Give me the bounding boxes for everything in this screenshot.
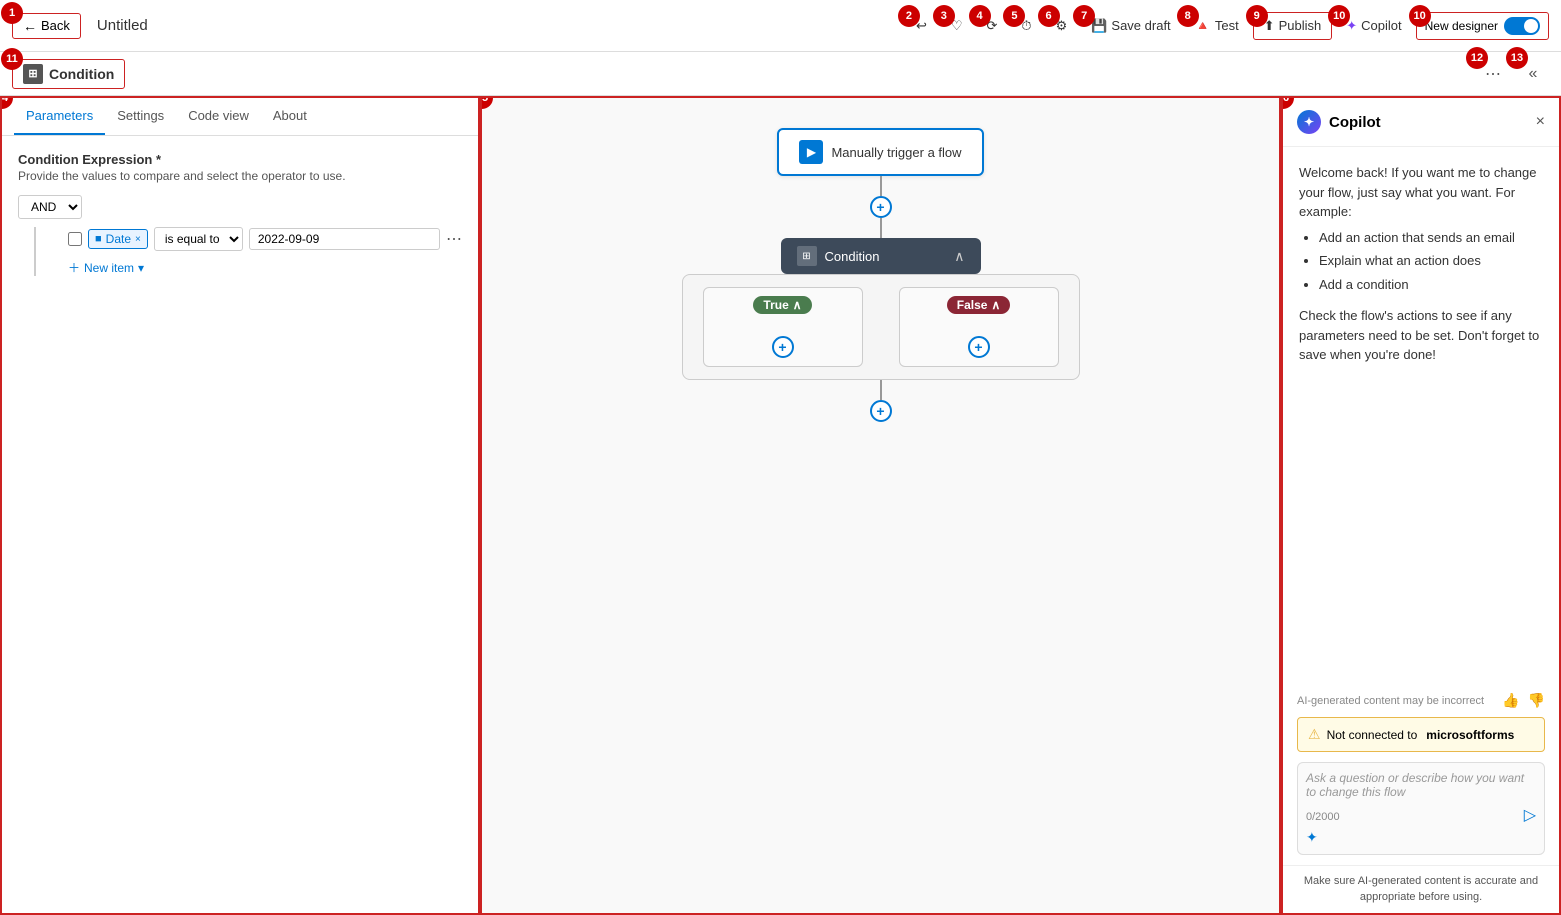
add-step-2-button[interactable]: + xyxy=(870,400,892,422)
branch-spacer xyxy=(871,287,891,367)
badge-5: 5 xyxy=(1003,5,1025,27)
badge-9: 9 xyxy=(1246,5,1268,27)
toggle-switch[interactable] xyxy=(1504,17,1540,35)
trigger-box[interactable]: ▶ Manually trigger a flow xyxy=(777,128,983,176)
and-select-area: AND xyxy=(18,195,462,219)
condition-checkbox[interactable] xyxy=(68,232,82,246)
badge-8: 8 xyxy=(1177,5,1199,27)
trigger-node: ▶ Manually trigger a flow xyxy=(777,128,983,176)
not-connected-notice: ⚠ Not connected to microsoftforms xyxy=(1297,717,1545,752)
flow-canvas-panel: 15 ▶ Manually trigger a flow + ⊞ xyxy=(480,96,1281,915)
date-tag: ■ Date × xyxy=(88,229,148,249)
copilot-logo-icon: ✦ xyxy=(1297,110,1321,134)
copilot-body: Welcome back! If you want me to change y… xyxy=(1283,147,1559,692)
section-label: Condition Expression * xyxy=(18,152,462,167)
remove-tag-button[interactable]: × xyxy=(135,234,141,245)
condition-label: ⊞ Condition xyxy=(12,59,125,89)
badge-6: 6 xyxy=(1038,5,1060,27)
copilot-input-placeholder: Ask a question or describe how you want … xyxy=(1306,771,1536,799)
new-designer-toggle[interactable]: 10 New designer xyxy=(1416,12,1549,40)
branch-wrapper: True ∧ + False ∧ xyxy=(682,274,1080,380)
copilot-message: Welcome back! If you want me to change y… xyxy=(1299,163,1543,294)
badge-4: 4 xyxy=(969,5,991,27)
save-draft-button[interactable]: 💾 Save draft xyxy=(1081,13,1180,39)
flow-title: Untitled xyxy=(97,17,898,34)
value-input[interactable] xyxy=(249,228,440,250)
tab-parameters[interactable]: Parameters xyxy=(14,98,105,135)
tab-settings[interactable]: Settings xyxy=(105,98,176,135)
copilot-panel: 16 ✦ Copilot × Welcome back! If you want… xyxy=(1281,96,1561,915)
section-sublabel: Provide the values to compare and select… xyxy=(18,169,462,183)
copilot-header: ✦ Copilot × xyxy=(1283,98,1559,147)
badge-13: 13 xyxy=(1506,47,1528,69)
char-count: 0/2000 xyxy=(1306,811,1340,823)
input-footer: 0/2000 ▷ xyxy=(1306,805,1536,825)
badge-15: 15 xyxy=(480,96,493,109)
false-chevron-icon: ∧ xyxy=(991,298,1000,312)
connector-v3 xyxy=(880,380,882,400)
condition-row: ■ Date × is equal to ⋯ xyxy=(68,227,462,251)
connector-v2 xyxy=(880,218,882,238)
false-add-button[interactable]: + xyxy=(968,336,990,358)
copilot-footer: AI-generated content may be incorrect 👍 … xyxy=(1283,692,1559,865)
connector-v1 xyxy=(880,176,882,196)
copilot-close-button[interactable]: × xyxy=(1536,113,1545,131)
badge-7: 7 xyxy=(1073,5,1095,27)
tab-about[interactable]: About xyxy=(261,98,319,135)
badge-12: 12 xyxy=(1466,47,1488,69)
true-add-button[interactable]: + xyxy=(772,336,794,358)
tab-code-view[interactable]: Code view xyxy=(176,98,261,135)
back-arrow-icon: ← xyxy=(23,18,37,34)
flow-canvas: ▶ Manually trigger a flow + ⊞ Condition … xyxy=(631,128,1131,422)
and-operator-dropdown[interactable]: AND xyxy=(18,195,82,219)
true-branch: True ∧ + xyxy=(695,287,871,367)
badge-2: 2 xyxy=(898,5,920,27)
badge-3: 3 xyxy=(933,5,955,27)
true-label: True ∧ xyxy=(753,296,811,314)
new-item-button[interactable]: ＋ New item ▾ xyxy=(68,259,144,276)
copilot-input-area: Ask a question or describe how you want … xyxy=(1297,762,1545,855)
tab-bar: Parameters Settings Code view About xyxy=(2,98,478,136)
true-chevron-icon: ∧ xyxy=(793,298,802,312)
condition-node-icon: ⊞ xyxy=(797,246,817,266)
badge-1: 1 xyxy=(1,2,23,24)
operator-dropdown[interactable]: is equal to xyxy=(154,227,243,251)
badge-11: 11 xyxy=(1,48,23,70)
bullet-3: Add a condition xyxy=(1319,275,1543,295)
add-step-1-button[interactable]: + xyxy=(870,196,892,218)
panel-content: Condition Expression * Provide the value… xyxy=(2,136,478,913)
badge-10b: 10 xyxy=(1409,5,1431,27)
warning-icon: ⚠ xyxy=(1308,726,1321,743)
copilot-message-2: Check the flow's actions to see if any p… xyxy=(1299,306,1543,365)
false-label: False ∧ xyxy=(947,296,1010,314)
spark-icon: ✦ xyxy=(1306,829,1318,846)
badge-10: 10 xyxy=(1328,5,1350,27)
condition-node-box[interactable]: ⊞ Condition ∧ xyxy=(781,238,981,274)
condition-collapse-button[interactable]: ∧ xyxy=(954,248,964,265)
thumbs-up-button[interactable]: 👍 xyxy=(1502,692,1519,709)
false-branch: False ∧ + xyxy=(891,287,1067,367)
bullet-1: Add an action that sends an email xyxy=(1319,228,1543,248)
copilot-bullets: Add an action that sends an email Explai… xyxy=(1319,228,1543,295)
true-branch-box: True ∧ + xyxy=(703,287,863,367)
ai-disclaimer: AI-generated content may be incorrect 👍 … xyxy=(1297,692,1545,709)
trigger-icon: ▶ xyxy=(799,140,823,164)
send-button[interactable]: ▷ xyxy=(1524,805,1536,825)
false-branch-box: False ∧ + xyxy=(899,287,1059,367)
condition-icon: ⊞ xyxy=(23,64,43,84)
copilot-title: Copilot xyxy=(1329,114,1528,131)
plus-icon: ＋ xyxy=(68,259,80,276)
bullet-2: Explain what an action does xyxy=(1319,251,1543,271)
ai-action-buttons: 👍 👎 xyxy=(1502,692,1545,709)
ai-gen-note: Make sure AI-generated content is accura… xyxy=(1283,865,1559,913)
thumbs-down-button[interactable]: 👎 xyxy=(1528,692,1545,709)
row-options-button[interactable]: ⋯ xyxy=(446,229,462,249)
chevron-down-icon: ▾ xyxy=(138,261,144,275)
